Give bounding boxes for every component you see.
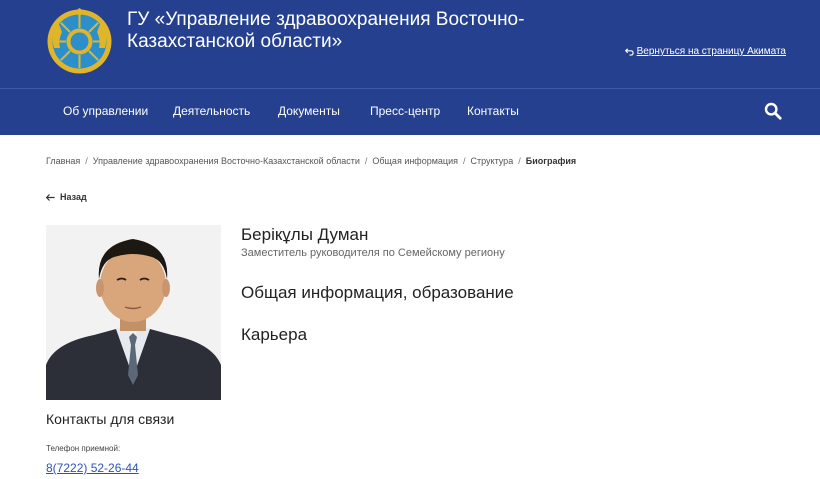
back-to-akimat-link[interactable]: Вернуться на страницу Акимата	[624, 46, 786, 57]
breadcrumb-structure[interactable]: Структура	[471, 156, 514, 166]
nav-item-documents[interactable]: Документы	[278, 104, 340, 118]
contacts-heading: Контакты для связи	[46, 411, 175, 427]
search-button[interactable]	[764, 102, 782, 120]
header-top: ГУ «Управление здравоохранения Восточно-…	[0, 0, 820, 89]
breadcrumb-home[interactable]: Главная	[46, 156, 80, 166]
breadcrumb: Главная / Управление здравоохранения Восто…	[46, 156, 576, 166]
person-photo	[46, 225, 221, 400]
return-arrow-icon	[624, 48, 634, 56]
nav-item-about[interactable]: Об управлении	[63, 104, 148, 118]
kazakhstan-emblem-icon[interactable]	[46, 8, 113, 75]
back-label: Назад	[60, 192, 87, 202]
nav-item-contacts[interactable]: Контакты	[467, 104, 519, 118]
breadcrumb-general-info[interactable]: Общая информация	[372, 156, 458, 166]
breadcrumb-separator: /	[85, 156, 88, 166]
search-icon	[764, 102, 782, 120]
section-career-heading: Карьера	[241, 325, 308, 344]
section-general-education-heading: Общая информация, образование	[241, 283, 514, 302]
breadcrumb-separator: /	[518, 156, 521, 166]
breadcrumb-department[interactable]: Управление здравоохранения Восточно-Каза…	[93, 156, 360, 166]
nav-item-activity[interactable]: Деятельность	[173, 104, 250, 118]
breadcrumb-separator: /	[462, 156, 466, 166]
person-position: Заместитель руководителя по Семейскому р…	[241, 247, 505, 259]
back-to-akimat-label: Вернуться на страницу Акимата	[636, 46, 786, 57]
breadcrumb-separator: /	[364, 156, 368, 166]
nav-item-press-center[interactable]: Пресс-центр	[370, 104, 440, 118]
arrow-left-icon	[46, 193, 55, 201]
site-header: ГУ «Управление здравоохранения Восточно-…	[0, 0, 820, 135]
phone-link[interactable]: 8(7222) 52-26-44	[46, 461, 139, 475]
main-nav: Об управлении Деятельность Документы Пре…	[0, 89, 820, 135]
person-name: Берікұлы Думан	[241, 225, 369, 244]
back-link[interactable]: Назад	[46, 192, 87, 202]
site-title: ГУ «Управление здравоохранения Восточно-…	[127, 9, 525, 52]
phone-label: Телефон приемной:	[46, 444, 121, 453]
breadcrumb-current-biography: Биография	[525, 156, 577, 166]
